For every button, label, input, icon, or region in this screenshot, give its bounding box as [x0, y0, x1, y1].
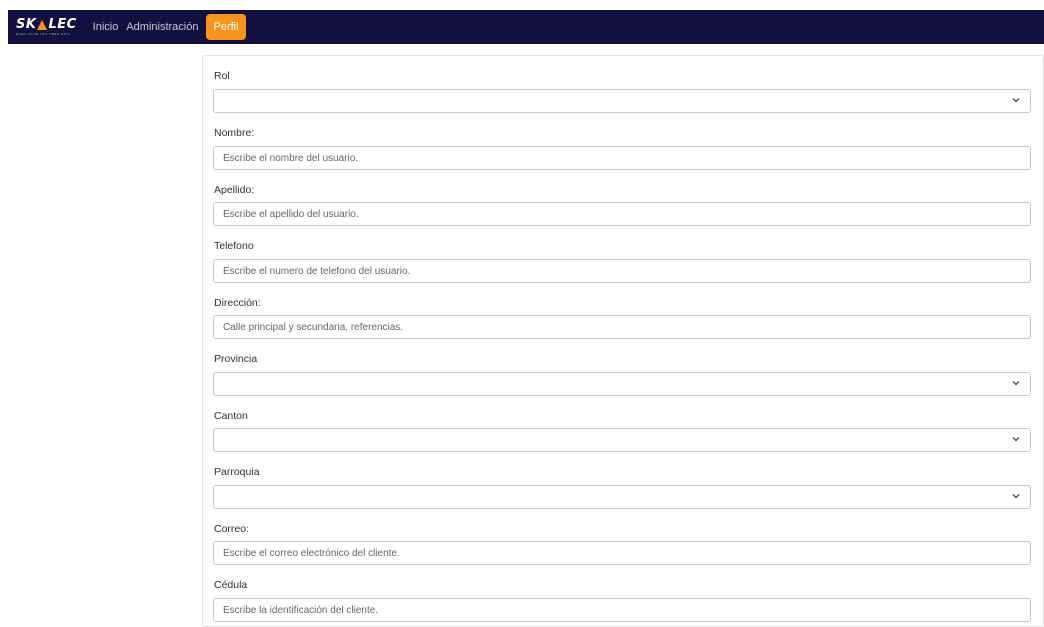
- direccion-input[interactable]: [213, 315, 1031, 339]
- brand-logo[interactable]: SK LEC ELEC COTR TRC TREC ETIC: [16, 10, 77, 44]
- provincia-label: Provincia: [214, 353, 258, 365]
- top-navbar: SK LEC ELEC COTR TRC TREC ETIC Inicio Adm…: [8, 10, 1044, 44]
- correo-label: Correo:: [214, 523, 250, 535]
- rol-select-wrapper: [213, 89, 1031, 113]
- nombre-label: Nombre:: [214, 127, 255, 139]
- parroquia-select-wrapper: [213, 485, 1031, 509]
- canton-select-wrapper: [213, 428, 1031, 452]
- provincia-select-wrapper: [213, 372, 1031, 396]
- brand-triangle-icon: [37, 19, 48, 30]
- nav-item-administracion[interactable]: Administración: [122, 10, 202, 44]
- nombre-input[interactable]: [213, 146, 1031, 170]
- cedula-input[interactable]: [213, 598, 1031, 622]
- brand-name-start: SK: [16, 17, 37, 32]
- parroquia-select[interactable]: [213, 485, 1031, 509]
- direccion-label: Dirección:: [214, 297, 261, 309]
- canton-select[interactable]: [213, 428, 1031, 452]
- brand-wordmark: SK LEC: [16, 18, 77, 31]
- correo-input[interactable]: [213, 541, 1031, 565]
- provincia-select[interactable]: [213, 372, 1031, 396]
- rol-label: Rol: [214, 70, 230, 82]
- user-form-card: Rol Nombre: Apellido: Telefono Dirección…: [202, 55, 1044, 627]
- rol-select[interactable]: [213, 89, 1031, 113]
- nav-item-perfil[interactable]: Perfil: [206, 14, 246, 40]
- telefono-label: Telefono: [214, 240, 254, 252]
- telefono-input[interactable]: [213, 259, 1031, 283]
- parroquia-label: Parroquia: [214, 466, 260, 478]
- cedula-label: Cédula: [214, 579, 248, 591]
- brand-tagline: ELEC COTR TRC TREC ETIC: [16, 32, 71, 36]
- nav-item-inicio[interactable]: Inicio: [89, 10, 123, 44]
- apellido-label: Apellido:: [214, 184, 255, 196]
- brand-name-end: LEC: [48, 17, 77, 32]
- apellido-input[interactable]: [213, 202, 1031, 226]
- canton-label: Canton: [214, 410, 248, 422]
